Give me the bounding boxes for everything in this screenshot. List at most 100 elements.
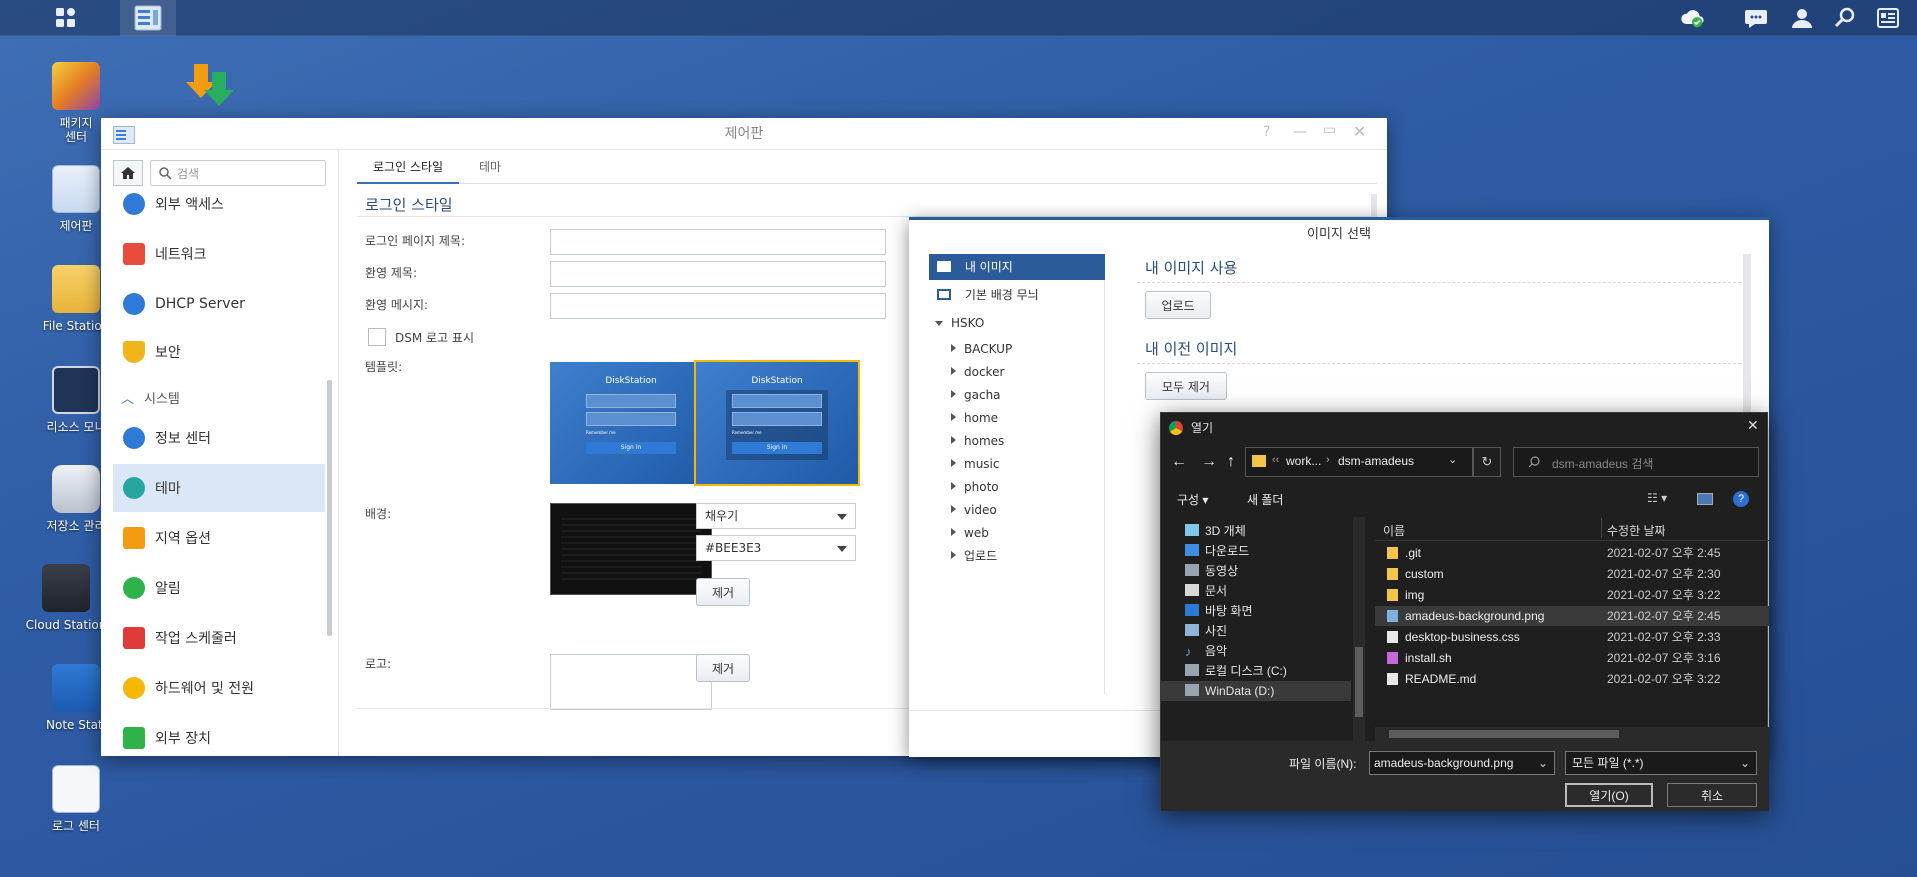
- cloud-sync-icon[interactable]: [1680, 6, 1704, 30]
- background-color-select[interactable]: #BEE3E3: [696, 535, 856, 561]
- file-type-filter[interactable]: 모든 파일 (*.*) ⌄: [1565, 751, 1757, 775]
- tree-folder[interactable]: photo: [951, 476, 999, 498]
- tree-folder[interactable]: web: [951, 522, 989, 544]
- widgets-icon[interactable]: [1876, 6, 1900, 30]
- nav-pictures[interactable]: 사진: [1185, 621, 1227, 641]
- path-segment[interactable]: dsm-amadeus: [1338, 454, 1414, 468]
- sidebar-item-theme[interactable]: 테마: [113, 464, 325, 512]
- nav-music[interactable]: ♪ 음악: [1185, 641, 1227, 661]
- taskbar-control-panel-button[interactable]: [120, 0, 176, 36]
- sidebar-item-external-access[interactable]: 외부 액세스: [113, 180, 325, 228]
- file-row[interactable]: custom 2021-02-07 오후 2:30: [1375, 564, 1769, 584]
- chevron-down-icon[interactable]: ⌄: [1448, 453, 1457, 466]
- template-thumbnail-2[interactable]: DiskStation Remember me Sign in: [694, 360, 860, 486]
- new-folder-button[interactable]: 새 폴더: [1247, 491, 1283, 508]
- minimize-button[interactable]: —: [1293, 124, 1307, 140]
- close-icon[interactable]: ✕: [1747, 417, 1759, 434]
- close-button[interactable]: ✕: [1353, 122, 1366, 141]
- organize-menu[interactable]: 구성 ▾: [1177, 491, 1208, 508]
- sidebar-item-external-devices[interactable]: 외부 장치: [113, 714, 325, 762]
- chat-icon[interactable]: [1744, 6, 1768, 30]
- nav-desktop[interactable]: 바탕 화면: [1185, 601, 1253, 621]
- nav-windata-d[interactable]: WinData (D:): [1161, 681, 1351, 701]
- desktop-icon-log-center[interactable]: 로그 센터: [18, 765, 134, 833]
- sidebar-item-network[interactable]: 네트워크: [113, 230, 325, 278]
- login-page-title-input[interactable]: [550, 229, 886, 255]
- background-preview[interactable]: [550, 503, 712, 595]
- welcome-message-input[interactable]: [550, 293, 886, 319]
- forward-arrow-icon[interactable]: →: [1201, 453, 1217, 471]
- file-row[interactable]: img 2021-02-07 오후 3:22: [1375, 585, 1769, 605]
- cancel-button[interactable]: 취소: [1667, 783, 1757, 807]
- filename-input[interactable]: amadeus-background.png ⌄: [1369, 751, 1555, 775]
- template-thumbnail-1[interactable]: DiskStation Remember me Sign in: [550, 362, 712, 484]
- show-dsm-logo-checkbox[interactable]: [368, 328, 386, 346]
- tab-login-style[interactable]: 로그인 스타일: [357, 152, 460, 184]
- file-row[interactable]: install.sh 2021-02-07 오후 3:16: [1375, 648, 1769, 668]
- horizontal-scrollbar[interactable]: [1375, 727, 1769, 741]
- open-button[interactable]: 열기(O): [1565, 783, 1653, 807]
- maximize-button[interactable]: ▭: [1323, 122, 1336, 138]
- tree-folder[interactable]: video: [951, 499, 997, 521]
- logo-remove-button[interactable]: 제거: [696, 654, 750, 682]
- file-row[interactable]: README.md 2021-02-07 오후 3:22: [1375, 669, 1769, 689]
- sidebar-item-task-scheduler[interactable]: 작업 스케줄러: [113, 614, 325, 662]
- tree-folder[interactable]: 업로드: [951, 545, 997, 567]
- nav-item-hsko[interactable]: HSKO: [935, 310, 984, 336]
- user-icon[interactable]: [1790, 6, 1814, 30]
- scrollbar-thumb[interactable]: [1389, 730, 1619, 738]
- logo-preview[interactable]: [550, 654, 712, 710]
- column-name[interactable]: 이름: [1383, 522, 1405, 539]
- view-options-icon[interactable]: ☷ ▾: [1647, 491, 1667, 505]
- background-mode-select[interactable]: 채우기: [696, 503, 856, 529]
- main-menu-button[interactable]: [38, 0, 94, 36]
- column-divider[interactable]: [1601, 518, 1602, 538]
- refresh-icon[interactable]: ↻: [1473, 447, 1501, 477]
- sidebar-scrollbar[interactable]: [327, 380, 332, 636]
- tree-folder[interactable]: home: [951, 407, 998, 429]
- sidebar-item-regional-options[interactable]: 지역 옵션: [113, 514, 325, 562]
- tree-folder[interactable]: BACKUP: [951, 338, 1012, 360]
- nav-3d-objects[interactable]: 3D 개체: [1185, 521, 1246, 541]
- preview-pane-icon[interactable]: [1697, 493, 1713, 505]
- image-chooser-title[interactable]: 이미지 선택: [909, 220, 1769, 250]
- back-arrow-icon[interactable]: ←: [1171, 453, 1187, 471]
- background-remove-button[interactable]: 제거: [696, 578, 750, 606]
- column-modified[interactable]: 수정한 날짜: [1607, 522, 1666, 539]
- nav-documents[interactable]: 문서: [1185, 581, 1227, 601]
- tree-folder[interactable]: homes: [951, 430, 1004, 452]
- help-icon[interactable]: ?: [1733, 491, 1749, 507]
- file-row[interactable]: desktop-business.css 2021-02-07 오후 2:33: [1375, 627, 1769, 647]
- nav-downloads[interactable]: 다운로드: [1185, 541, 1249, 561]
- up-arrow-icon[interactable]: ↑: [1227, 453, 1235, 471]
- upload-button[interactable]: 업로드: [1145, 291, 1211, 319]
- sidebar-item-dhcp-server[interactable]: DHCP Server: [113, 280, 325, 328]
- tree-folder[interactable]: gacha: [951, 384, 1001, 406]
- scrollbar-thumb[interactable]: [1355, 647, 1363, 717]
- help-button[interactable]: ?: [1263, 124, 1270, 140]
- tree-folder[interactable]: music: [951, 453, 999, 475]
- file-row[interactable]: .git 2021-02-07 오후 2:45: [1375, 543, 1769, 563]
- chevron-down-icon[interactable]: ⌄: [1538, 752, 1548, 774]
- welcome-title-input[interactable]: [550, 261, 886, 287]
- tree-folder[interactable]: docker: [951, 361, 1004, 383]
- nav-videos[interactable]: 동영상: [1185, 561, 1238, 581]
- tab-theme[interactable]: 테마: [467, 152, 513, 184]
- desktop-icon-download-station[interactable]: [154, 62, 270, 115]
- nav-scrollbar[interactable]: [1353, 517, 1365, 741]
- sidebar-item-security[interactable]: 보안: [113, 328, 325, 376]
- remove-all-button[interactable]: 모두 제거: [1145, 372, 1227, 400]
- sidebar-item-hardware-power[interactable]: 하드웨어 및 전원: [113, 664, 325, 712]
- sidebar-item-info-center[interactable]: 정보 센터: [113, 414, 325, 462]
- nav-item-default-patterns[interactable]: 기본 배경 무늬: [929, 282, 1105, 308]
- nav-local-disk-c[interactable]: 로컬 디스크 (C:): [1185, 661, 1287, 681]
- window-title-bar[interactable]: 제어판: [101, 118, 1387, 150]
- sidebar-item-notification[interactable]: 알림: [113, 564, 325, 612]
- search-field[interactable]: dsm-amadeus 검색: [1513, 447, 1759, 477]
- search-icon[interactable]: [1833, 6, 1857, 30]
- address-bar[interactable]: ‹‹ work... › dsm-amadeus ⌄: [1245, 447, 1473, 477]
- path-segment[interactable]: work...: [1286, 454, 1321, 468]
- file-row[interactable]: amadeus-background.png 2021-02-07 오후 2:45: [1375, 606, 1769, 626]
- sidebar-section-system[interactable]: ︿ 시스템: [113, 380, 325, 414]
- nav-item-my-images[interactable]: 내 이미지: [929, 254, 1105, 280]
